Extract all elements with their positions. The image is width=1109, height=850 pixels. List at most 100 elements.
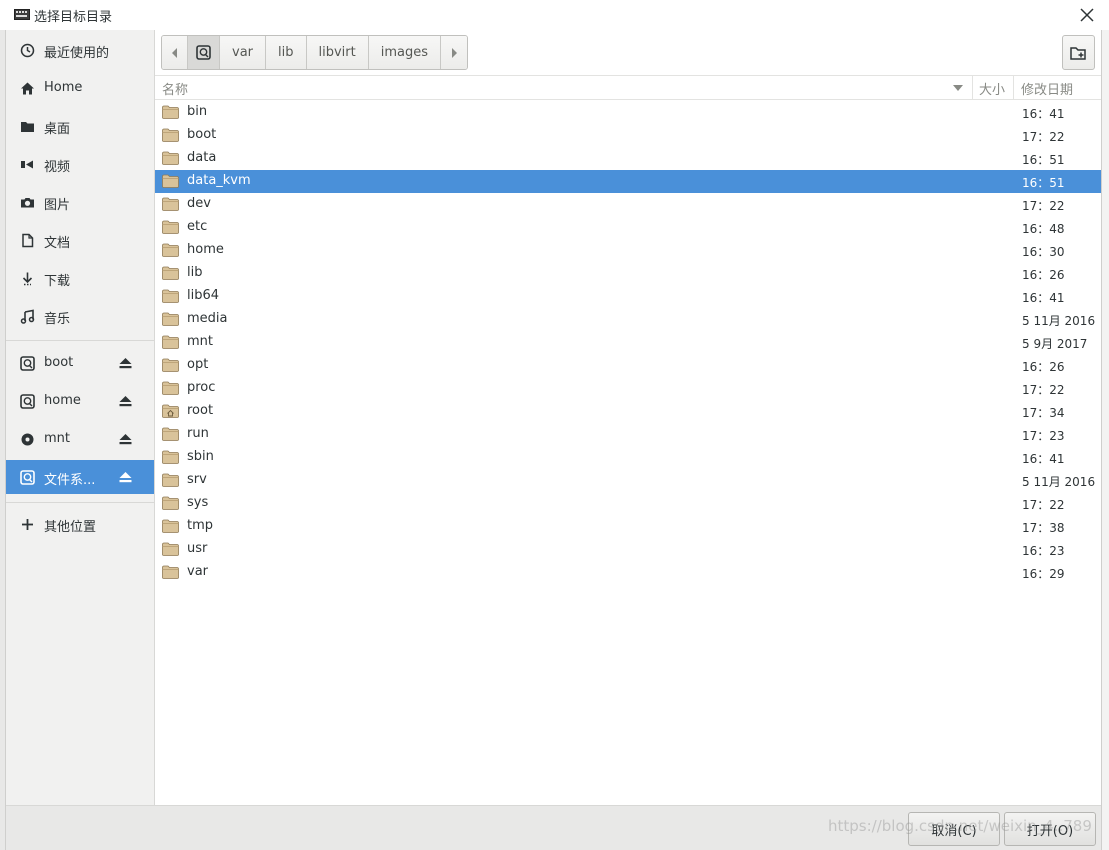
recent-clock-icon [20,43,35,58]
table-row[interactable]: dev 17：22 [155,193,1101,216]
table-row[interactable]: media 5 11月 2016 [155,308,1101,331]
table-row[interactable]: srv 5 11月 2016 [155,469,1101,492]
open-button[interactable]: 打开(O) [1004,812,1096,846]
sidebar-item-places-5[interactable]: 文档 [6,223,154,257]
table-row[interactable]: data_kvm 16：51 [155,170,1101,193]
table-row[interactable]: tmp 17：38 [155,515,1101,538]
table-row[interactable]: run 17：23 [155,423,1101,446]
file-name: tmp [187,518,214,533]
table-row[interactable]: opt 16：26 [155,354,1101,377]
file-name: mnt [187,334,213,349]
drive-icon [196,45,211,60]
app-icon [14,9,30,20]
eject-icon[interactable] [118,394,133,408]
dialog-footer: 取消(C) 打开(O) [6,805,1101,850]
folder-icon [162,381,179,395]
folder-icon [162,289,179,303]
table-row[interactable]: root 17：34 [155,400,1101,423]
chevron-right-icon [452,47,457,58]
table-row[interactable]: mnt 5 9月 2017 [155,331,1101,354]
sidebar-item-label: boot [44,355,74,370]
plus-icon [20,517,35,532]
sidebar-item-label: 最近使用的 [44,46,110,61]
path-segment-button[interactable]: var [220,36,267,69]
folder-icon [162,220,179,234]
folder-icon [162,519,179,533]
table-row[interactable]: bin 16：41 [155,101,1101,124]
eject-icon[interactable] [118,470,133,484]
column-name-header[interactable]: 名称 [155,76,973,100]
path-scroll-right-button[interactable] [441,36,467,69]
folder-icon [162,358,179,372]
table-row[interactable]: boot 17：22 [155,124,1101,147]
sidebar-item-places-1[interactable]: Home [6,71,154,105]
sidebar-item-places-2[interactable]: 桌面 [6,109,154,143]
sidebar-item-other-0[interactable]: 其他位置 [6,507,154,541]
folder-icon [162,105,179,119]
column-modified-header[interactable]: 修改日期 [1014,76,1101,100]
sidebar-item-label: home [44,393,81,408]
eject-icon[interactable] [118,432,133,446]
close-icon[interactable] [1077,5,1097,25]
folder-icon [162,473,179,487]
folder-icon [162,266,179,280]
folder-icon [162,450,179,464]
sidebar-item-places-7[interactable]: 音乐 [6,299,154,333]
folder-icon [162,151,179,165]
file-list-pane: var lib libvirt images 名称 大小 修改日期 bin 16：41 … [155,30,1101,805]
sidebar-item-devices-3[interactable]: 文件系... [6,460,154,494]
table-row[interactable]: home 16：30 [155,239,1101,262]
file-name: srv [187,472,207,487]
file-modified: 17：22 [1022,498,1065,512]
path-scroll-left-button[interactable] [162,36,188,69]
path-segment-button[interactable]: lib [266,36,307,69]
new-folder-button[interactable] [1062,35,1095,70]
sidebar-item-places-4[interactable]: 图片 [6,185,154,219]
home-icon [20,81,35,96]
column-size-header[interactable]: 大小 [973,76,1014,100]
file-name: run [187,426,209,441]
file-modified: 17：34 [1022,406,1065,420]
file-modified: 16：26 [1022,360,1065,374]
file-name: dev [187,196,211,211]
window-title: 选择目标目录 [34,10,113,25]
table-row[interactable]: proc 17：22 [155,377,1101,400]
sidebar-item-places-0[interactable]: 最近使用的 [6,33,154,67]
cancel-button[interactable]: 取消(C) [908,812,1000,846]
folder-icon [162,427,179,441]
table-row[interactable]: usr 16：23 [155,538,1101,561]
file-modified: 17：22 [1022,383,1065,397]
sidebar-item-places-6[interactable]: 下载 [6,261,154,295]
table-row[interactable]: sys 17：22 [155,492,1101,515]
sidebar-item-places-3[interactable]: 视频 [6,147,154,181]
file-modified: 16：51 [1022,153,1065,167]
desktop-folder-icon [20,119,35,134]
table-row[interactable]: data 16：51 [155,147,1101,170]
folder-icon [162,335,179,349]
drive-icon [20,356,35,371]
file-name: sys [187,495,209,510]
table-row[interactable]: sbin 16：41 [155,446,1101,469]
sidebar-item-devices-0[interactable]: boot [6,346,154,380]
file-modified: 16：51 [1022,176,1065,190]
file-name: opt [187,357,209,372]
file-modified: 16：30 [1022,245,1065,259]
path-segment-button[interactable]: libvirt [306,36,369,69]
path-segment-button[interactable]: images [368,36,441,69]
table-row[interactable]: var 16：29 [155,561,1101,584]
sidebar-item-devices-1[interactable]: home [6,384,154,418]
file-name: var [187,564,209,579]
path-root-button[interactable] [188,36,220,69]
table-row[interactable]: lib64 16：41 [155,285,1101,308]
table-row[interactable]: etc 16：48 [155,216,1101,239]
sidebar-item-label: 音乐 [44,312,71,327]
table-row[interactable]: lib 16：26 [155,262,1101,285]
file-name: boot [187,127,217,142]
disc-icon [20,432,35,447]
camera-icon [20,195,35,210]
eject-icon[interactable] [118,356,133,370]
sidebar-item-label: 文件系... [44,473,96,488]
file-modified: 16：41 [1022,107,1065,121]
folder-icon [162,197,179,211]
sidebar-item-devices-2[interactable]: mnt [6,422,154,456]
